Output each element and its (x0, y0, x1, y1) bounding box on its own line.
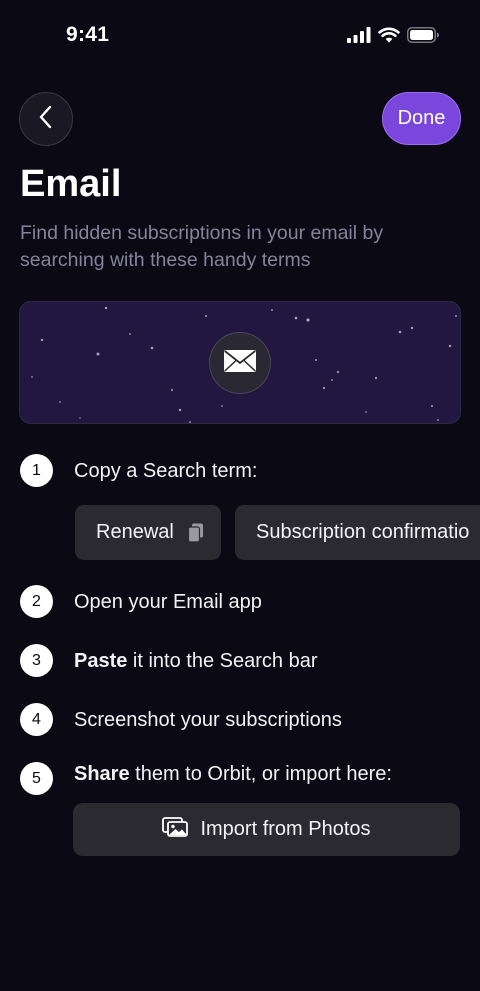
envelope-icon (223, 349, 257, 378)
import-from-photos-button[interactable]: Import from Photos (73, 803, 460, 856)
step-4-number: 4 (20, 703, 53, 736)
search-term-label: Subscription confirmatio (256, 521, 470, 543)
photos-icon (162, 816, 189, 843)
step-1-number: 1 (20, 454, 53, 487)
battery-icon (407, 27, 440, 48)
step-5-text: Share them to Orbit, or import here: (74, 763, 392, 785)
chevron-left-icon (39, 105, 53, 134)
done-button[interactable]: Done (382, 92, 461, 145)
import-button-label: Import from Photos (200, 818, 371, 840)
step-3-number: 3 (20, 644, 53, 677)
cellular-signal-icon (347, 27, 371, 48)
step-4-text: Screenshot your subscriptions (74, 709, 342, 731)
email-hero-banner (19, 301, 461, 424)
step-3-text: Paste it into the Search bar (74, 650, 318, 672)
back-button[interactable] (19, 92, 73, 146)
status-bar: 9:41 (0, 0, 480, 70)
envelope-badge (209, 332, 271, 394)
status-time: 9:41 (66, 23, 110, 46)
search-term-renewal-chip[interactable]: Renewal (75, 505, 221, 560)
step-2-number: 2 (20, 585, 53, 618)
copy-icon (187, 523, 204, 543)
page-subtitle: Find hidden subscriptions in your email … (20, 222, 384, 271)
step-5-number: 5 (20, 762, 53, 795)
step-1-text: Copy a Search term: (74, 460, 258, 482)
search-term-label: Renewal (96, 521, 174, 543)
wifi-icon (378, 27, 400, 48)
step-2-text: Open your Email app (74, 591, 262, 613)
search-term-subscription-chip[interactable]: Subscription confirmatio (235, 505, 480, 560)
status-icons (347, 27, 440, 48)
page-title: Email (20, 163, 122, 205)
